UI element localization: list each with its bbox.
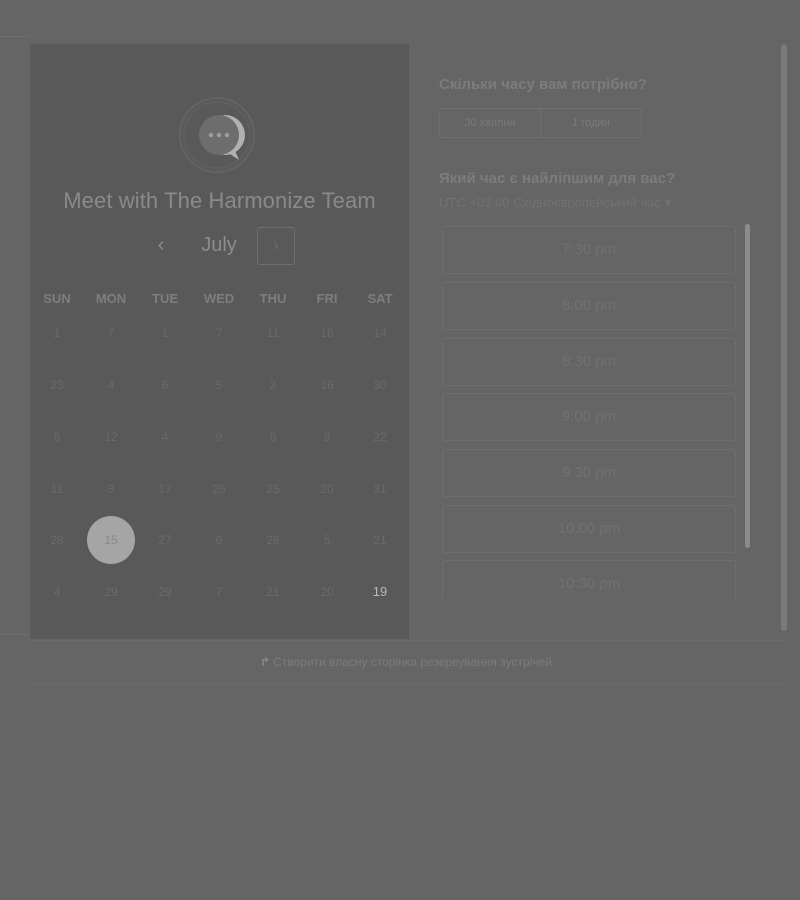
weekday-sat: SAT [367, 291, 393, 306]
footer-link-text: Створити власну сторінка резервування зу… [273, 655, 552, 669]
time-slot[interactable]: 8:30 pm [442, 338, 736, 386]
weekday-header: SUN MON TUE WED THU FRI SAT [30, 291, 409, 307]
calendar-day[interactable]: 16 [303, 309, 351, 357]
calendar-day[interactable]: 31 [356, 465, 404, 513]
calendar-day[interactable]: 7 [87, 309, 135, 357]
calendar-day[interactable]: 1 [33, 309, 81, 357]
calendar-day[interactable]: 7 [195, 309, 243, 357]
duration-title: Скільки часу вам потрібно? [439, 76, 647, 93]
calendar-day[interactable]: 25 [195, 465, 243, 513]
calendar-day[interactable]: 6 [141, 361, 189, 409]
calendar-day[interactable]: 2 [249, 361, 297, 409]
chat-bubble-logo-icon [178, 96, 256, 174]
weekday-mon: MON [95, 291, 127, 306]
duration-option-30min[interactable]: 30 хвилин [440, 109, 540, 137]
calendar-day[interactable]: 14 [356, 309, 404, 357]
calendar-day[interactable]: 11 [249, 309, 297, 357]
calendar-day[interactable]: 21 [249, 568, 297, 616]
time-slot[interactable]: 10:30 pm [442, 560, 736, 598]
calendar-day[interactable]: 17 [141, 465, 189, 513]
timezone-select[interactable]: UTC +03:00 Східноєвропейський час ▾ [439, 195, 671, 211]
previous-month-button[interactable]: ‹ [146, 231, 176, 261]
organizer-title: Meet with The Harmonize Team [63, 188, 376, 213]
calendar-day[interactable]: 22 [356, 413, 404, 461]
weekday-wed: WED [203, 291, 235, 306]
time-slot[interactable]: 8:00 pm [442, 282, 736, 330]
calendar-day[interactable]: 27 [141, 516, 189, 564]
next-month-button[interactable]: › [257, 227, 295, 265]
weekday-thu: THU [259, 291, 287, 306]
calendar-day[interactable]: 3 [87, 465, 135, 513]
calendar-day-selected[interactable]: 15 [87, 516, 135, 564]
footer-divider [0, 634, 30, 635]
calendar-day[interactable]: 8 [249, 413, 297, 461]
time-slot[interactable]: 9:00 pm [442, 393, 736, 441]
calendar-day[interactable]: 29 [87, 568, 135, 616]
chevron-left-icon: ‹ [157, 234, 165, 256]
calendar-day[interactable]: 1 [141, 309, 189, 357]
calendar-day[interactable]: 23 [33, 361, 81, 409]
calendar-day[interactable]: 9 [195, 413, 243, 461]
duration-selector: 30 хвилин 1 годин [439, 108, 642, 138]
calendar-day[interactable]: 19 [356, 568, 404, 616]
calendar-day[interactable]: 21 [356, 516, 404, 564]
time-slot[interactable]: 10:00 pm [442, 505, 736, 553]
weekday-tue: TUE [152, 291, 178, 306]
calendar-day[interactable]: 25 [249, 465, 297, 513]
calendar-day[interactable]: 4 [33, 568, 81, 616]
time-slot[interactable]: 9:30 pm [442, 449, 736, 497]
month-label: July [201, 234, 237, 256]
calendar-day[interactable]: 26 [249, 516, 297, 564]
calendar-day[interactable]: 20 [303, 568, 351, 616]
calendar-day[interactable]: 30 [356, 361, 404, 409]
calendar-day[interactable]: 9 [303, 413, 351, 461]
calendar-day[interactable]: 4 [141, 413, 189, 461]
create-booking-page-link[interactable]: ↱ Створити власну сторінка резервування з… [30, 655, 782, 669]
calendar-day[interactable]: 7 [195, 568, 243, 616]
chevron-right-icon: › [273, 237, 279, 254]
time-slot[interactable]: 7:30 pm [442, 226, 736, 274]
calendar-day[interactable]: 28 [33, 516, 81, 564]
time-title: Який час є найліпшим для вас? [439, 170, 676, 187]
calendar-day[interactable]: 5 [195, 361, 243, 409]
calendar-day[interactable]: 6 [195, 516, 243, 564]
calendar-day[interactable]: 29 [141, 568, 189, 616]
calendar-day[interactable]: 5 [303, 516, 351, 564]
calendar-day[interactable]: 12 [87, 413, 135, 461]
footer: ↱ Створити власну сторінка резервування з… [30, 640, 782, 684]
calendar-day[interactable]: 6 [33, 413, 81, 461]
time-slot-scrollbar[interactable] [745, 224, 750, 548]
calendar-day[interactable]: 4 [87, 361, 135, 409]
weekday-fri: FRI [316, 291, 338, 306]
bookings-brand-icon: ↱ [260, 655, 271, 669]
weekday-sun: SUN [43, 291, 71, 306]
calendar-day[interactable]: 20 [303, 465, 351, 513]
duration-option-1hour[interactable]: 1 годин [540, 109, 641, 137]
calendar-day[interactable]: 16 [303, 361, 351, 409]
calendar-day[interactable]: 11 [33, 465, 81, 513]
time-slot-list: 7:30 pm 8:00 pm 8:30 pm 9:00 pm 9:30 pm … [442, 226, 736, 598]
page-scrollbar[interactable] [781, 44, 787, 631]
header-divider [0, 36, 30, 37]
